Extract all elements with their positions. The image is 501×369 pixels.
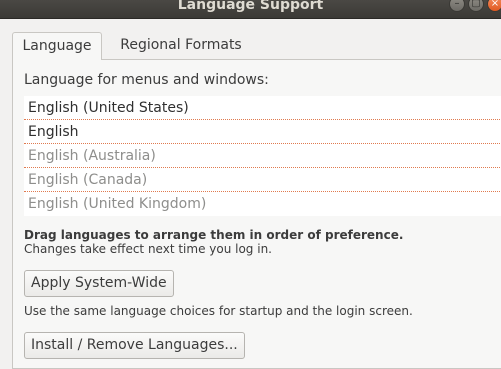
tab-regional-formats[interactable]: Regional Formats	[106, 32, 256, 60]
tab-language[interactable]: Language	[12, 32, 102, 60]
install-remove-languages-button[interactable]: Install / Remove Languages...	[24, 332, 245, 359]
apply-note: Use the same language choices for startu…	[24, 304, 413, 318]
apply-system-wide-button[interactable]: Apply System-Wide	[24, 270, 174, 297]
language-item[interactable]: English (United Kingdom)	[24, 192, 501, 216]
language-item[interactable]: English (Canada)	[24, 168, 501, 192]
effect-hint: Changes take effect next time you log in…	[24, 242, 272, 256]
close-icon[interactable]: ×	[487, 0, 501, 12]
language-item[interactable]: English	[24, 120, 501, 144]
language-item[interactable]: English (United States)	[24, 96, 501, 120]
drag-hint: Drag languages to arrange them in order …	[24, 228, 404, 242]
language-list[interactable]: English (United States) English English …	[24, 96, 501, 216]
language-list-heading: Language for menus and windows:	[24, 72, 269, 88]
window-title: Language Support	[177, 0, 324, 13]
title-bar: Language Support – ▢ ×	[0, 0, 501, 19]
language-item[interactable]: English (Australia)	[24, 144, 501, 168]
